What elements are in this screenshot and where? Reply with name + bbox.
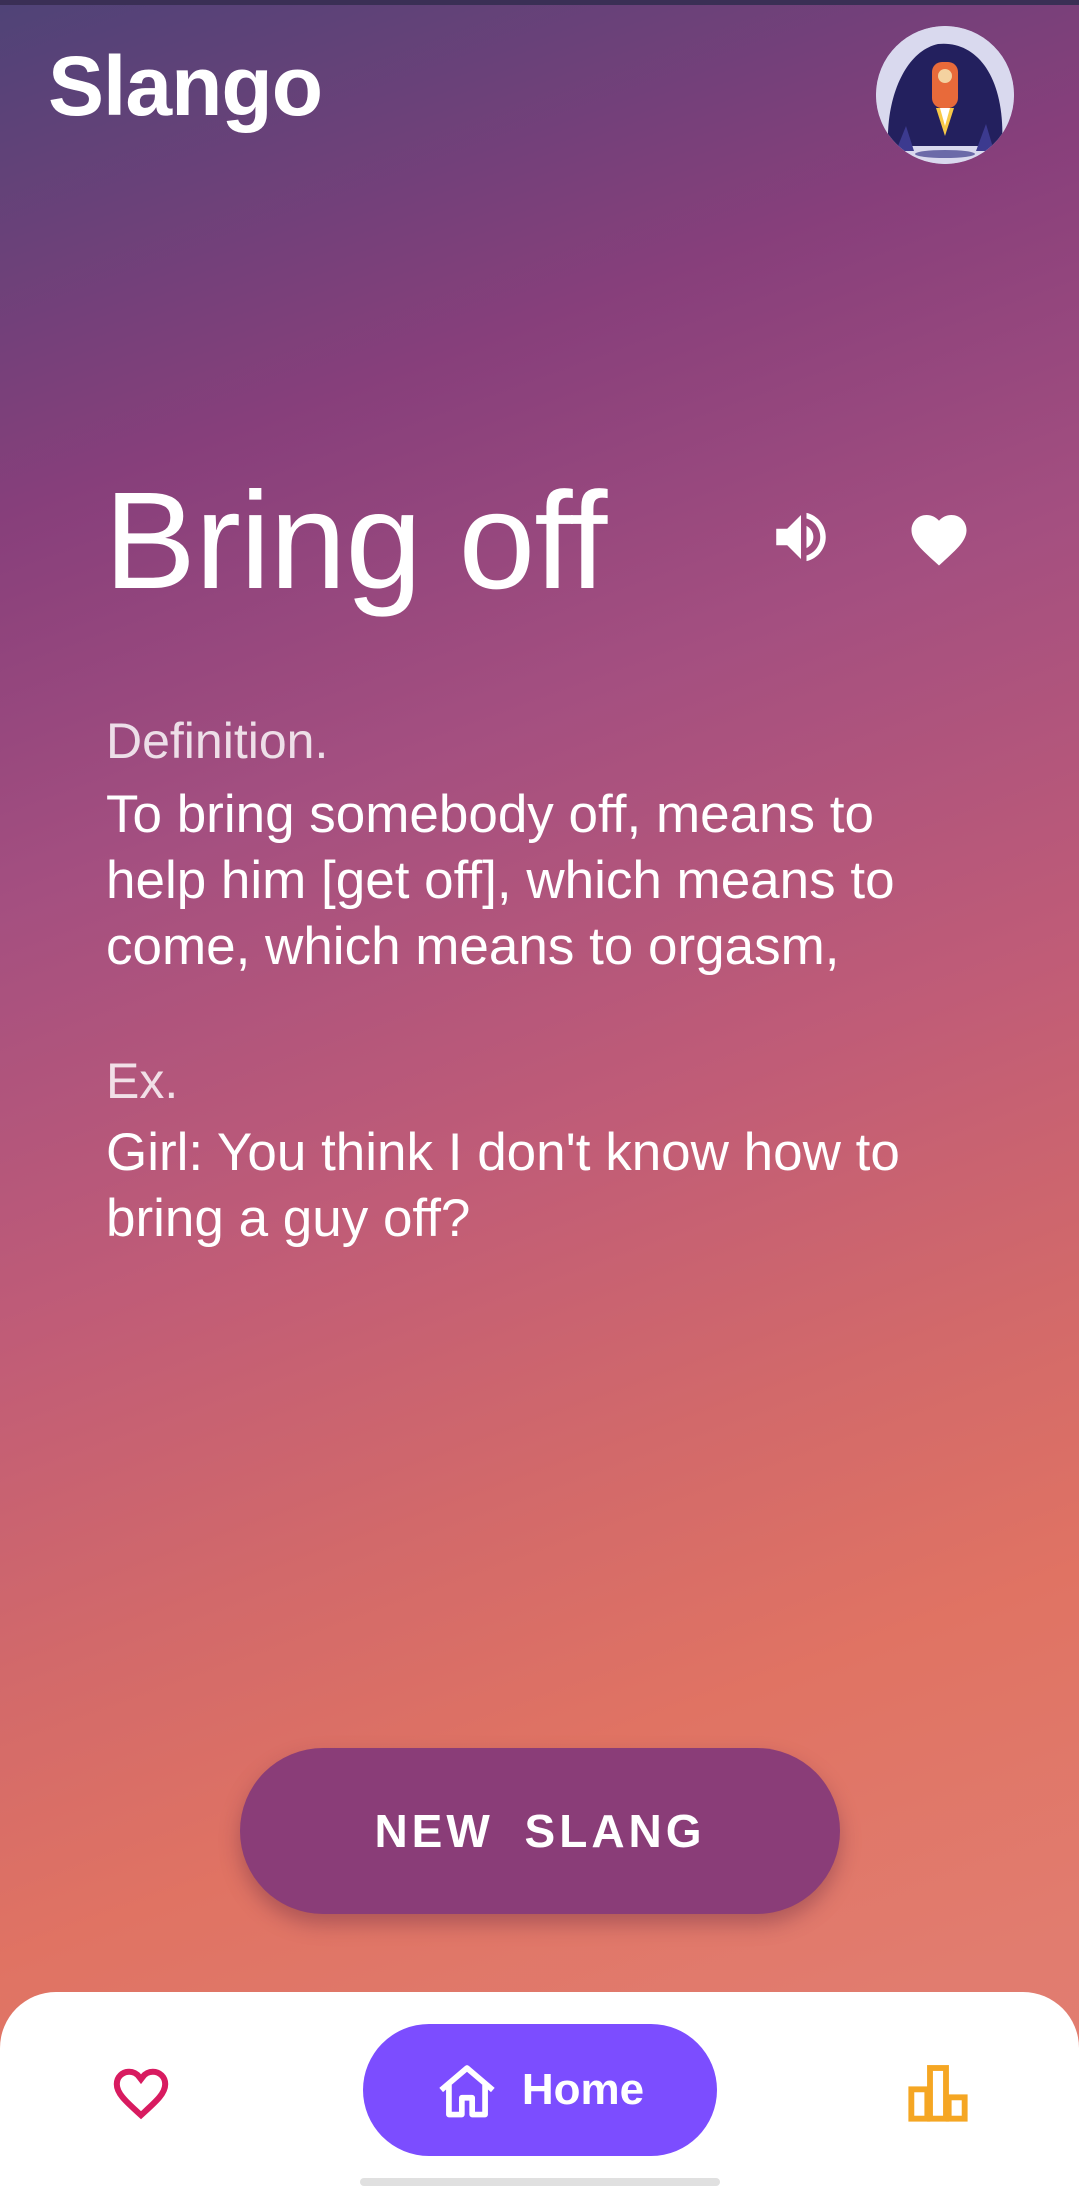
avatar-rocket-icon (876, 26, 1014, 164)
example-text: Girl: You think I don't know how to brin… (106, 1123, 900, 1248)
nav-favorites-heart-icon[interactable] (108, 2060, 174, 2122)
slang-word: Bring off (104, 464, 607, 618)
avatar[interactable] (876, 26, 1014, 164)
definition-label: Definition. (106, 713, 329, 769)
nav-home-button[interactable]: Home (363, 2024, 717, 2156)
bar-chart-icon[interactable] (906, 2062, 970, 2122)
app-title: Slango (48, 39, 323, 133)
nav-home-label: Home (521, 2065, 645, 2114)
bottom-navigation: Home (0, 1992, 1079, 2189)
definition-text: To bring somebody off, means to help him… (106, 785, 895, 976)
app-screen: Slango Bring off Definition. To bring so… (0, 0, 1079, 2189)
new-slang-button[interactable]: NEW SLANG (240, 1748, 840, 1914)
volume-up-icon[interactable] (768, 504, 834, 570)
example-label: Ex. (106, 1053, 179, 1109)
heart-icon[interactable] (906, 506, 972, 568)
home-icon (439, 2065, 495, 2118)
status-strip (0, 0, 1079, 5)
gesture-bar (360, 2178, 720, 2186)
